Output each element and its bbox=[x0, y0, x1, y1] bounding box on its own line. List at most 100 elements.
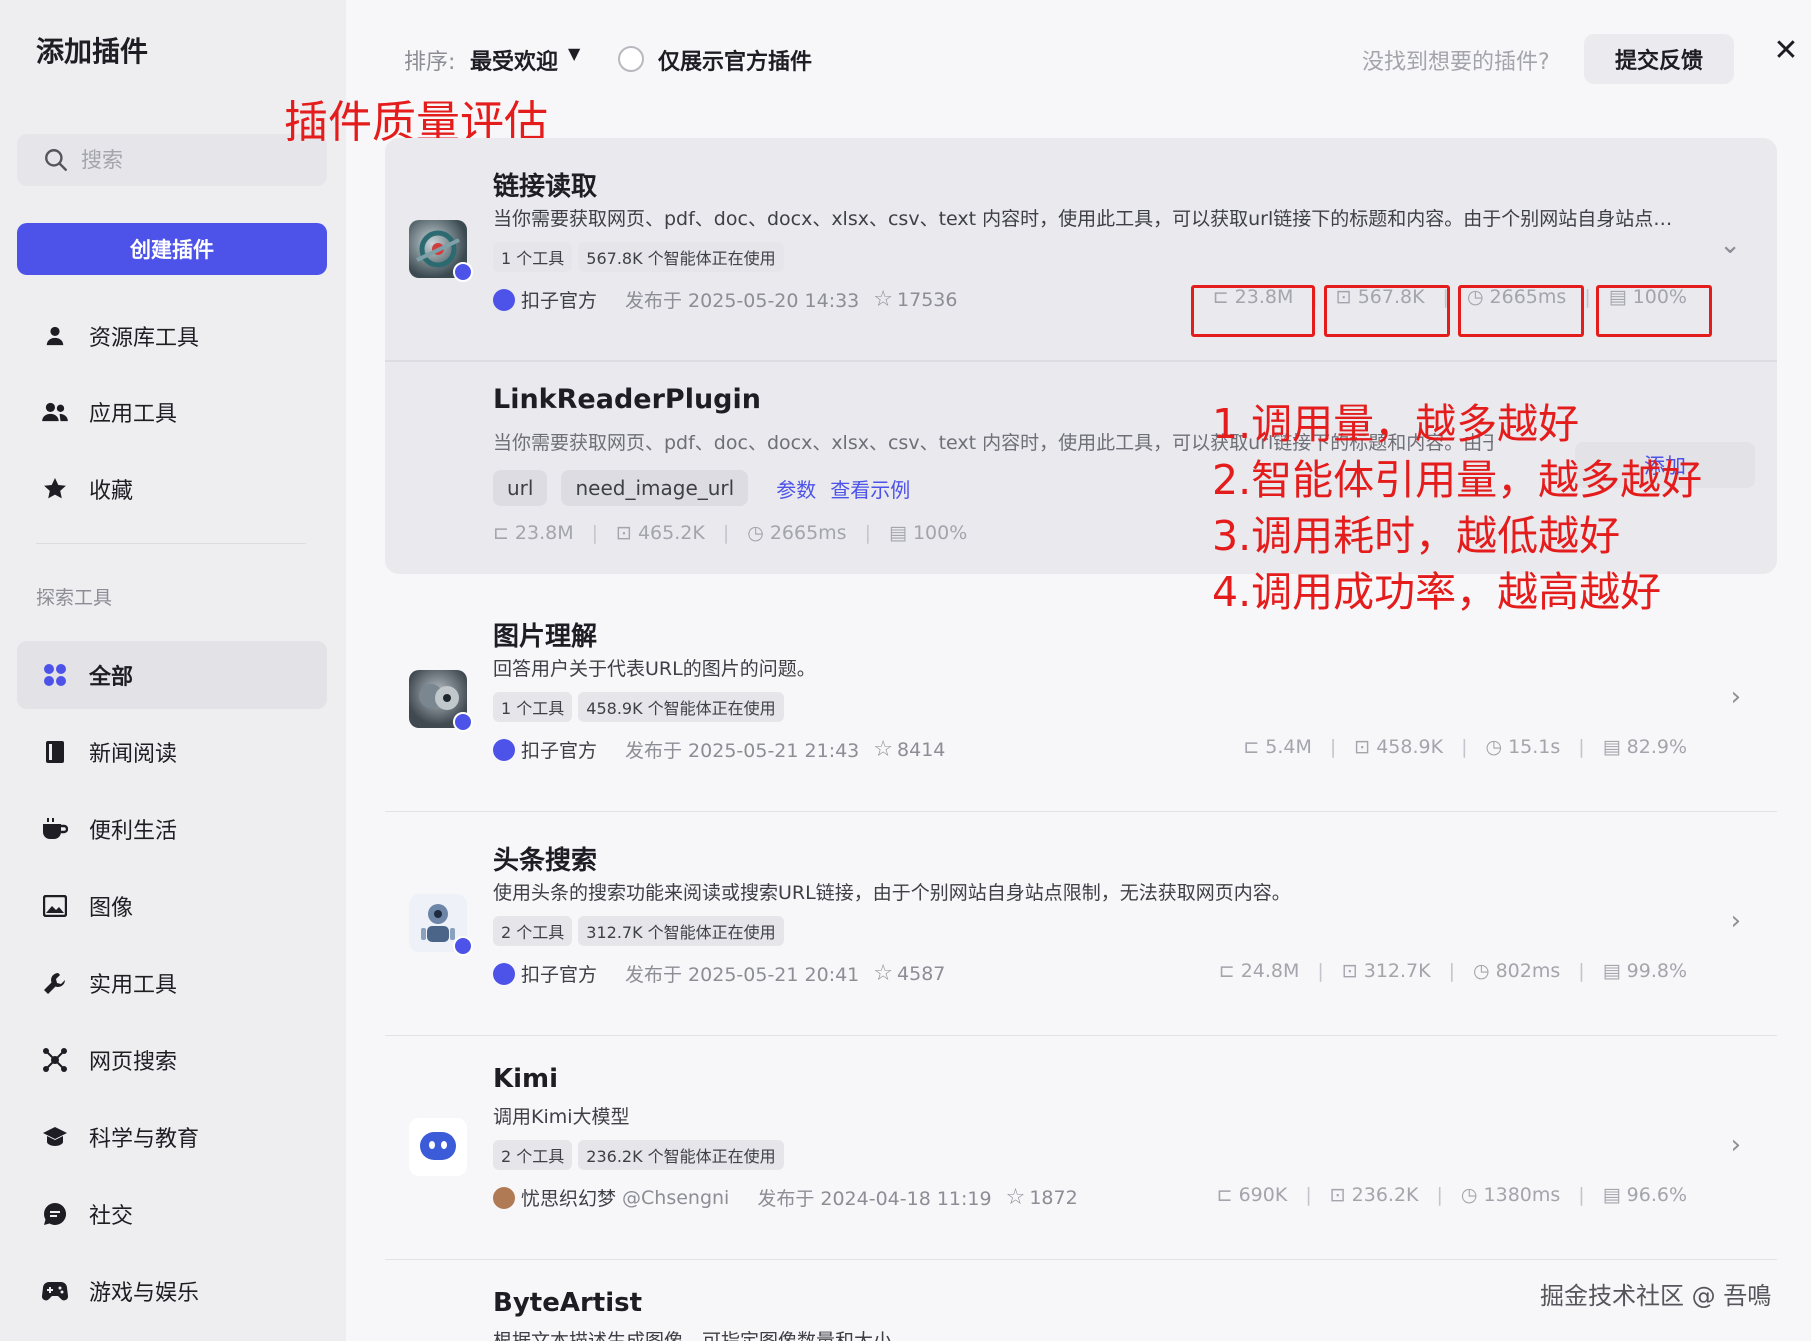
star-icon[interactable]: ☆ bbox=[1006, 1185, 1026, 1210]
plugin-author: 扣子官方 bbox=[521, 290, 598, 312]
sidebar-item-label: 收藏 bbox=[89, 479, 134, 504]
search-icon bbox=[45, 149, 67, 171]
search-box[interactable] bbox=[17, 134, 327, 186]
chevron-up-icon[interactable]: ⌄ bbox=[1719, 230, 1741, 260]
search-input[interactable] bbox=[81, 148, 311, 172]
category-life[interactable]: 便利生活 bbox=[17, 795, 327, 863]
chevron-right-icon[interactable]: › bbox=[1731, 1130, 1741, 1160]
plugin-name: 头条搜索 bbox=[493, 846, 598, 876]
image-icon bbox=[41, 892, 69, 920]
tool-name: LinkReaderPlugin bbox=[493, 384, 761, 415]
success-icon: ▤ bbox=[888, 522, 907, 544]
success-stat: ▤ 96.6% bbox=[1602, 1184, 1687, 1206]
official-only-radio[interactable] bbox=[618, 46, 644, 72]
param-tag: url bbox=[493, 470, 548, 506]
publish-date: 发布于 2025-05-20 14:33 bbox=[625, 290, 860, 312]
annotation-box-bots bbox=[1324, 285, 1450, 337]
create-plugin-button[interactable]: 创建插件 bbox=[17, 223, 327, 275]
author-avatar bbox=[493, 962, 515, 985]
user-icon bbox=[41, 322, 69, 350]
category-science[interactable]: 科学与教育 bbox=[17, 1103, 327, 1171]
success-icon: ▤ bbox=[1602, 736, 1621, 758]
plugin-row[interactable]: 头条搜索 使用头条的搜索功能来阅读或搜索URL链接，由于个别网站自身站点限制，无… bbox=[385, 812, 1777, 1034]
author-avatar bbox=[493, 738, 515, 761]
category-all[interactable]: 全部 bbox=[17, 641, 327, 709]
official-badge-icon bbox=[453, 936, 473, 956]
category-web-search[interactable]: 网页搜索 bbox=[17, 1026, 327, 1094]
bot-icon: ⊡ bbox=[1329, 1184, 1346, 1206]
official-badge-icon bbox=[453, 712, 473, 732]
category-label: 便利生活 bbox=[89, 819, 178, 844]
plugin-row[interactable]: Kimi 调用Kimi大模型 2 个工具 236.2K 个智能体正在使用 忧思织… bbox=[385, 1036, 1777, 1258]
chevron-right-icon[interactable]: › bbox=[1731, 682, 1741, 712]
not-found-text: 没找到想要的插件? bbox=[1362, 50, 1550, 75]
sidebar-item-library-tools[interactable]: 资源库工具 bbox=[17, 302, 327, 370]
calls-stat: ⊏ 690K bbox=[1216, 1184, 1288, 1206]
chat-icon bbox=[41, 1200, 69, 1228]
latency-stat: ◷ 1380ms bbox=[1460, 1184, 1561, 1206]
sidebar: 添加插件 创建插件 资源库工具 应用工具 收藏 探索工具 全部 新闻阅读 便利生… bbox=[0, 0, 346, 1341]
category-image[interactable]: 图像 bbox=[17, 872, 327, 940]
category-label: 网页搜索 bbox=[89, 1050, 178, 1075]
plugin-desc: 当你需要获取网页、pdf、doc、docx、xlsx、csv、text 内容时，… bbox=[493, 208, 1673, 230]
sidebar-item-label: 资源库工具 bbox=[89, 326, 200, 351]
params-link[interactable]: 参数 bbox=[776, 474, 816, 503]
chevron-right-icon[interactable]: › bbox=[1731, 906, 1741, 936]
calls-stat: ⊏ 23.8M bbox=[493, 522, 574, 544]
publish-date: 发布于 2025-05-21 20:41 bbox=[625, 964, 860, 986]
star-icon[interactable]: ☆ bbox=[873, 287, 893, 312]
grid-icon bbox=[41, 661, 69, 689]
annotation-box-calls bbox=[1191, 285, 1315, 337]
book-icon bbox=[41, 738, 69, 766]
category-utilities[interactable]: 实用工具 bbox=[17, 949, 327, 1017]
success-stat: ▤ 82.9% bbox=[1602, 736, 1687, 758]
category-label: 科学与教育 bbox=[89, 1127, 200, 1152]
sidebar-item-favorites[interactable]: 收藏 bbox=[17, 455, 327, 523]
clock-icon: ◷ bbox=[1460, 1184, 1478, 1206]
clock-icon: ◷ bbox=[747, 522, 764, 544]
success-icon: ▤ bbox=[1602, 1184, 1621, 1206]
feedback-button[interactable]: 提交反馈 bbox=[1584, 34, 1734, 84]
category-news[interactable]: 新闻阅读 bbox=[17, 718, 327, 786]
category-social[interactable]: 社交 bbox=[17, 1180, 327, 1248]
category-games[interactable]: 游戏与娱乐 bbox=[17, 1257, 327, 1325]
plugin-author: 扣子官方 bbox=[521, 740, 598, 762]
bot-icon: ⊡ bbox=[1341, 960, 1358, 982]
plugin-row[interactable]: 图片理解 回答用户关于代表URL的图片的问题。 1 个工具 458.9K 个智能… bbox=[385, 588, 1777, 810]
plugin-desc: 使用头条的搜索功能来阅读或搜索URL链接，由于个别网站自身站点限制，无法获取网页… bbox=[493, 882, 1291, 904]
sort-dropdown[interactable]: 最受欢迎 bbox=[470, 44, 558, 76]
annotation-box-latency bbox=[1458, 285, 1584, 337]
bots-stat: ⊡ 458.9K bbox=[1354, 736, 1444, 758]
clock-icon: ◷ bbox=[1485, 736, 1503, 758]
network-icon bbox=[41, 1046, 69, 1074]
latency-stat: ◷ 802ms bbox=[1473, 960, 1561, 982]
calls-stat: ⊏ 5.4M bbox=[1243, 736, 1312, 758]
author-avatar bbox=[493, 1186, 515, 1209]
official-only-label[interactable]: 仅展示官方插件 bbox=[658, 44, 812, 76]
star-icon[interactable]: ☆ bbox=[873, 961, 893, 986]
watermark: 掘金技术社区 @ 吾鳴 bbox=[1540, 1282, 1772, 1310]
author-handle[interactable]: @Chsengni bbox=[622, 1187, 729, 1209]
annotation-list: 1.调用量，越多越好 2.智能体引用量，越多越好 3.调用耗时，越低越好 4.调… bbox=[1212, 396, 1702, 620]
tools-count-tag: 2 个工具 bbox=[493, 916, 573, 946]
plugin-author: 忧思织幻梦 bbox=[521, 1188, 617, 1210]
view-example-link[interactable]: 查看示例 bbox=[830, 474, 910, 503]
publish-date: 发布于 2025-05-21 21:43 bbox=[625, 740, 860, 762]
usage-tag: 567.8K 个智能体正在使用 bbox=[578, 242, 784, 272]
tools-count-tag: 1 个工具 bbox=[493, 242, 573, 272]
bot-icon: ⊡ bbox=[1354, 736, 1371, 758]
chevron-down-icon[interactable]: ▼ bbox=[568, 44, 580, 63]
success-stat: ▤ 100% bbox=[888, 522, 968, 544]
success-icon: ▤ bbox=[1602, 960, 1621, 982]
sort-label: 排序: bbox=[404, 50, 456, 75]
param-tag: need_image_url bbox=[561, 470, 749, 506]
star-count: 4587 bbox=[897, 962, 946, 985]
close-icon[interactable]: ✕ bbox=[1766, 30, 1806, 70]
category-label: 社交 bbox=[89, 1204, 134, 1229]
sidebar-item-app-tools[interactable]: 应用工具 bbox=[17, 378, 327, 446]
sidebar-item-label: 应用工具 bbox=[89, 402, 178, 427]
plugin-desc: 回答用户关于代表URL的图片的问题。 bbox=[493, 658, 816, 680]
star-icon bbox=[41, 475, 69, 503]
star-icon[interactable]: ☆ bbox=[873, 737, 893, 762]
plugin-name[interactable]: ByteArtist bbox=[493, 1288, 642, 1318]
